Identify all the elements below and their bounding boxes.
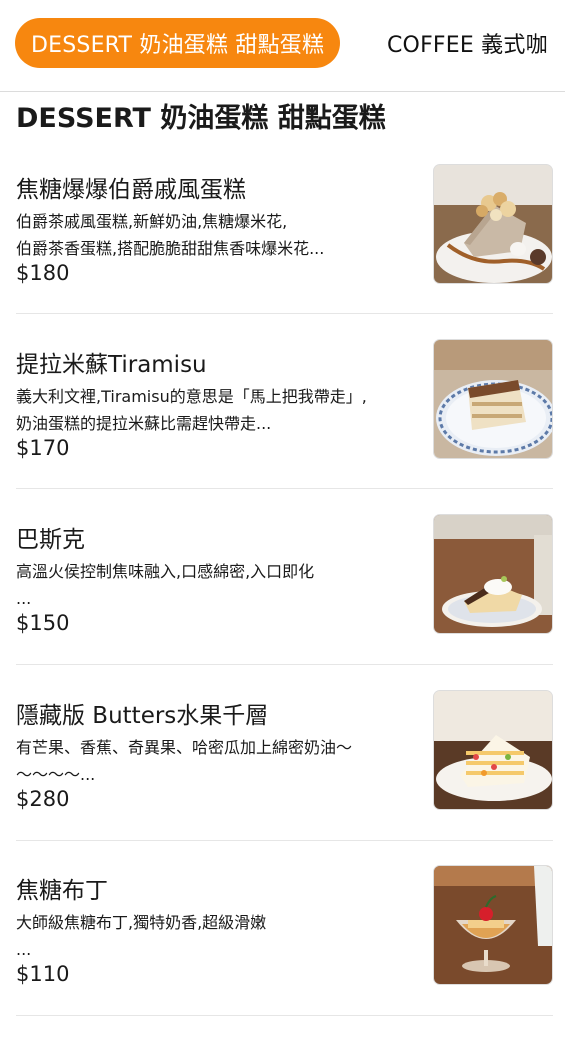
item-name: 巴斯克 — [16, 527, 85, 553]
item-description: 義大利文裡,Tiramisu的意思是「馬上把我帶走」, 奶油蛋糕的提拉米蘇比需趕… — [16, 387, 367, 433]
item-price: $110 — [16, 962, 70, 986]
item-description: 伯爵茶戚風蛋糕,新鮮奶油,焦糖爆米花, 伯爵茶香蛋糕,搭配脆脆甜甜焦香味爆米花.… — [16, 212, 325, 258]
item-divider — [16, 313, 553, 314]
item-name: 焦糖爆爆伯爵戚風蛋糕 — [16, 177, 246, 203]
caramel-popcorn-chiffon-cake-photo[interactable] — [433, 164, 553, 284]
caramel-pudding-photo[interactable] — [433, 865, 553, 985]
fruit-mille-crepe-photo[interactable] — [433, 690, 553, 810]
item-name: 隱藏版 Butters水果千層 — [16, 703, 269, 729]
menu-item[interactable]: 焦糖爆爆伯爵戚風蛋糕 伯爵茶戚風蛋糕,新鮮奶油,焦糖爆米花, 伯爵茶香蛋糕,搭配… — [0, 164, 565, 345]
item-name: 提拉米蘇Tiramisu — [16, 352, 207, 378]
item-description: 高溫火侯控制焦味融入,口感綿密,入口即化 ... — [16, 562, 315, 608]
item-divider — [16, 840, 553, 841]
basque-cheesecake-photo[interactable] — [433, 514, 553, 634]
menu-item[interactable]: 焦糖布丁 大師級焦糖布丁,獨特奶香,超級滑嫩 ... $110 — [0, 865, 565, 1046]
item-price: $150 — [16, 611, 70, 635]
category-tab-bar: DESSERT 奶油蛋糕 甜點蛋糕 COFFEE 義式咖 — [0, 0, 565, 92]
menu-item[interactable]: 提拉米蘇Tiramisu 義大利文裡,Tiramisu的意思是「馬上把我帶走」,… — [0, 339, 565, 520]
tab-coffee[interactable]: COFFEE 義式咖 — [387, 18, 548, 68]
item-description: 大師級焦糖布丁,獨特奶香,超級滑嫩 ... — [16, 913, 267, 959]
item-price: $180 — [16, 261, 70, 285]
item-divider — [16, 664, 553, 665]
item-name: 焦糖布丁 — [16, 878, 108, 904]
section-title: DESSERT 奶油蛋糕 甜點蛋糕 — [16, 103, 386, 134]
menu-item[interactable]: 隱藏版 Butters水果千層 有芒果、香蕉、奇異果、哈密瓜加上綿密奶油～ ～～… — [0, 690, 565, 871]
item-price: $170 — [16, 436, 70, 460]
item-divider — [16, 1015, 553, 1016]
item-description: 有芒果、香蕉、奇異果、哈密瓜加上綿密奶油～ ～～～～... — [16, 738, 353, 784]
menu-item[interactable]: 巴斯克 高溫火侯控制焦味融入,口感綿密,入口即化 ... $150 — [0, 514, 565, 695]
item-price: $280 — [16, 787, 70, 811]
tiramisu-photo[interactable] — [433, 339, 553, 459]
item-divider — [16, 488, 553, 489]
tab-dessert[interactable]: DESSERT 奶油蛋糕 甜點蛋糕 — [15, 18, 341, 68]
